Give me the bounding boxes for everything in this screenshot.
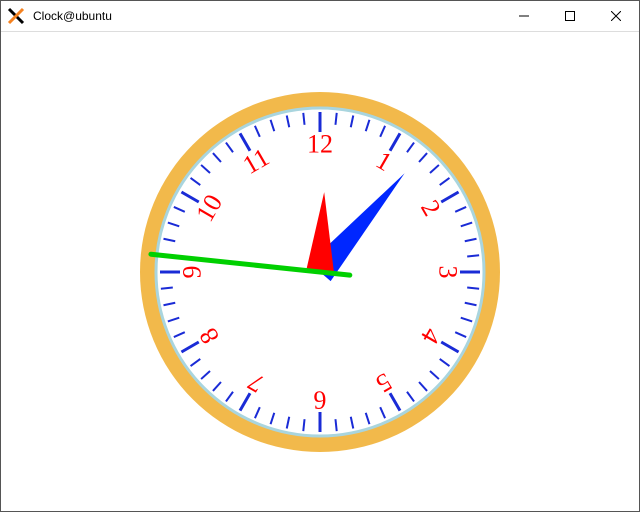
analog-clock: 121234567891011	[120, 72, 520, 472]
maximize-button[interactable]	[547, 1, 593, 31]
window-title: Clock@ubuntu	[33, 9, 112, 23]
titlebar[interactable]: Clock@ubuntu	[1, 1, 639, 32]
close-button[interactable]	[593, 1, 639, 31]
clock-numeral: 6	[314, 385, 327, 414]
minute-tick	[335, 419, 336, 431]
minute-tick	[303, 419, 304, 431]
minute-tick	[303, 112, 304, 124]
minute-tick	[467, 255, 479, 256]
maximize-icon	[565, 11, 575, 21]
x11-icon	[7, 7, 25, 25]
minute-tick	[161, 287, 173, 288]
content-area: 121234567891011	[1, 32, 639, 511]
close-icon	[611, 11, 621, 21]
minimize-button[interactable]	[501, 1, 547, 31]
app-window: Clock@ubuntu 121234567891011	[0, 0, 640, 512]
clock-numeral: 12	[307, 129, 333, 158]
minute-tick	[335, 112, 336, 124]
minimize-icon	[519, 11, 529, 21]
minute-tick	[467, 287, 479, 288]
clock-numeral: 9	[178, 265, 207, 278]
clock-numeral: 3	[434, 265, 463, 278]
